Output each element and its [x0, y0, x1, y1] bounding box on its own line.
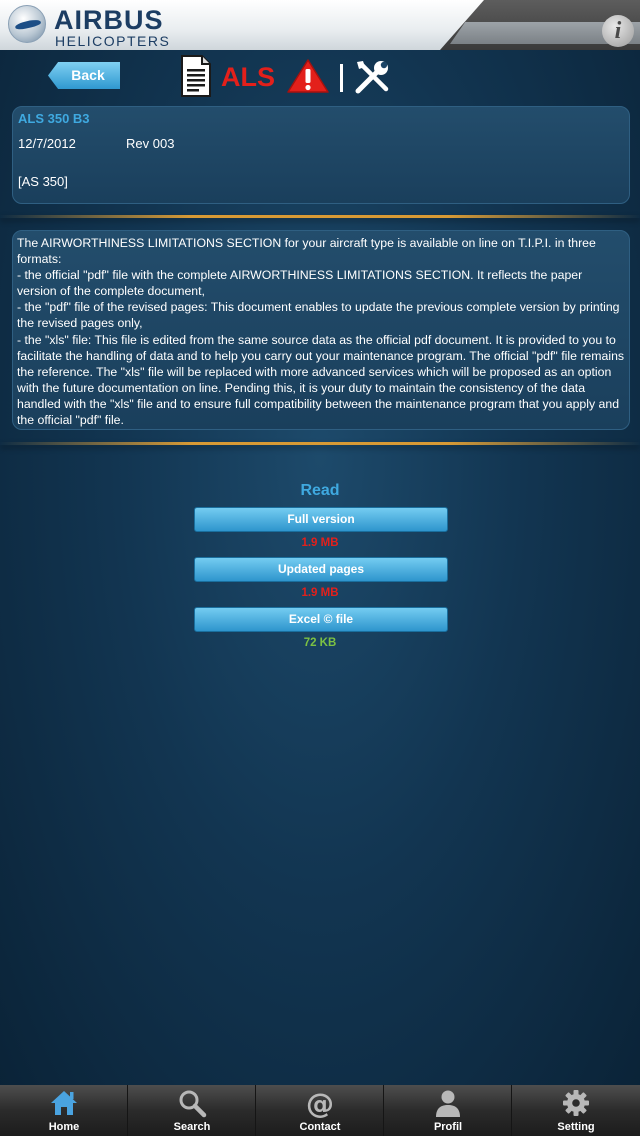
tab-label: Search — [173, 1121, 211, 1133]
aircraft-type: [AS 350] — [18, 174, 68, 189]
gear-icon — [563, 1090, 589, 1116]
document-date: 12/7/2012 — [18, 136, 76, 151]
excel-file-button[interactable]: Excel © file — [194, 607, 448, 632]
svg-text:@: @ — [306, 1088, 334, 1118]
warning-icon[interactable] — [286, 58, 330, 94]
tab-profil[interactable]: Profil — [384, 1085, 512, 1136]
full-version-button[interactable]: Full version — [194, 507, 448, 532]
tab-label: Contact — [299, 1121, 341, 1133]
toolbar-separator — [340, 64, 343, 92]
tab-search[interactable]: Search — [128, 1085, 256, 1136]
section-divider — [0, 442, 640, 445]
logo-sub-text: HELICOPTERS — [55, 33, 171, 49]
app-header: AIRBUS HELICOPTERS i — [0, 0, 640, 50]
updated-pages-button[interactable]: Updated pages — [194, 557, 448, 582]
at-icon: @ — [306, 1088, 334, 1118]
tab-home[interactable]: Home — [0, 1085, 128, 1136]
als-label: ALS — [221, 62, 275, 92]
document-revision: Rev 003 — [126, 136, 175, 151]
bottom-tab-bar: Home Search @ Contact Profil Setting — [0, 1085, 640, 1136]
search-icon — [179, 1090, 207, 1118]
tools-icon[interactable] — [353, 58, 391, 96]
tab-setting[interactable]: Setting — [512, 1085, 640, 1136]
back-button[interactable]: Back — [48, 62, 120, 89]
updated-pages-size: 1.9 MB — [301, 587, 339, 599]
home-icon — [51, 1091, 77, 1115]
tab-label: Profil — [433, 1121, 463, 1133]
read-title: Read — [300, 482, 340, 499]
tab-label: Setting — [557, 1121, 595, 1133]
description-text: The AIRWORTHINESS LIMITATIONS SECTION fo… — [17, 236, 625, 428]
full-version-size: 1.9 MB — [301, 537, 339, 549]
section-divider — [0, 215, 640, 218]
airbus-logo-icon — [8, 5, 46, 43]
description-panel: The AIRWORTHINESS LIMITATIONS SECTION fo… — [12, 230, 630, 430]
document-icon[interactable] — [180, 55, 212, 97]
tab-contact[interactable]: @ Contact — [256, 1085, 384, 1136]
logo-main-text: AIRBUS — [54, 5, 164, 35]
info-button[interactable]: i — [602, 15, 634, 47]
document-info-card: ALS 350 B3 12/7/2012 Rev 003 [AS 350] — [12, 106, 630, 204]
document-title: ALS 350 B3 — [18, 111, 90, 126]
excel-file-size: 72 KB — [303, 637, 337, 649]
person-icon — [436, 1090, 460, 1117]
tab-label: Home — [48, 1121, 80, 1133]
